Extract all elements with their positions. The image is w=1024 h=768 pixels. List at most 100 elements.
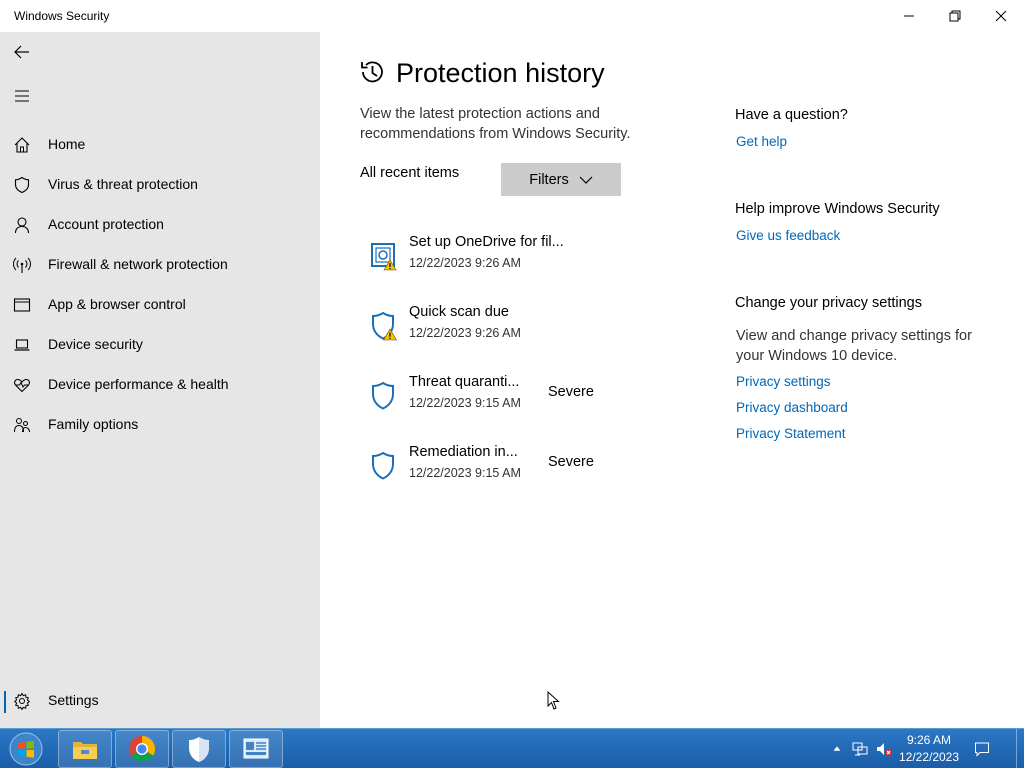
sidebar-item-settings[interactable]: Settings — [0, 681, 320, 721]
volume-tray-button[interactable] — [874, 729, 894, 768]
privacy-statement-link[interactable]: Privacy Statement — [736, 426, 846, 441]
volume-muted-icon — [877, 743, 892, 756]
page-title: Protection history — [396, 58, 605, 88]
history-item-severity: Severe — [548, 384, 594, 400]
privacy-heading: Change your privacy settings — [735, 295, 922, 311]
shield-icon — [189, 737, 209, 762]
recent-items-label: All recent items — [360, 165, 460, 181]
sidebar-item-label: Device security — [48, 336, 143, 352]
sidebar-item-account[interactable]: Account protection — [0, 205, 320, 245]
shield-warning-icon — [372, 311, 398, 341]
history-item-title: Set up OneDrive for fil... — [409, 234, 564, 250]
sidebar-item-label: App & browser control — [48, 296, 186, 312]
show-desktop-button[interactable] — [1016, 729, 1024, 768]
start-button[interactable] — [6, 731, 46, 767]
sidebar-item-firewall[interactable]: Firewall & network protection — [0, 245, 320, 285]
title-bar: Windows Security — [0, 0, 1024, 32]
notification-icon — [975, 742, 989, 757]
filters-label: Filters — [529, 171, 569, 188]
main-content: Protection history View the latest prote… — [320, 32, 1024, 728]
hamburger-icon — [15, 90, 29, 102]
history-item-severity: Severe — [548, 454, 594, 470]
give-feedback-link[interactable]: Give us feedback — [736, 228, 840, 243]
sidebar-item-virus-threat[interactable]: Virus & threat protection — [0, 165, 320, 205]
history-item-remediation[interactable]: Remediation in... 12/22/2023 9:15 AM Sev… — [368, 444, 628, 494]
minimize-icon — [904, 15, 914, 17]
sidebar-item-label: Home — [48, 136, 86, 152]
back-button[interactable] — [0, 32, 44, 72]
history-item-date: 12/22/2023 9:15 AM — [409, 396, 521, 410]
clock-time: 9:26 AM — [906, 733, 952, 747]
person-icon — [0, 205, 44, 245]
sidebar-item-app-browser[interactable]: App & browser control — [0, 285, 320, 325]
mouse-cursor-icon — [547, 691, 560, 710]
laptop-icon — [0, 325, 44, 365]
get-help-link[interactable]: Get help — [736, 134, 787, 149]
network-icon — [852, 742, 868, 756]
filters-button[interactable]: Filters — [501, 163, 621, 196]
control-panel-icon — [243, 738, 269, 759]
shield-icon — [372, 381, 394, 410]
sidebar-item-label: Account protection — [48, 216, 164, 232]
history-item-title: Quick scan due — [409, 304, 509, 320]
hamburger-menu-button[interactable] — [0, 76, 44, 116]
privacy-settings-link[interactable]: Privacy settings — [736, 374, 831, 389]
clock-date: 12/22/2023 — [898, 750, 960, 764]
sidebar-item-label: Device performance & health — [48, 376, 229, 392]
network-tray-button[interactable] — [850, 729, 870, 768]
sidebar-item-device-security[interactable]: Device security — [0, 325, 320, 365]
window-title: Windows Security — [14, 9, 110, 23]
onedrive-warning-icon — [371, 243, 397, 271]
close-icon — [995, 10, 1007, 22]
close-button[interactable] — [978, 0, 1024, 32]
history-item-title: Threat quaranti... — [409, 374, 520, 390]
sidebar: Home Virus & threat protection Account p… — [0, 32, 320, 728]
sidebar-item-home[interactable]: Home — [0, 125, 320, 165]
chrome-icon — [128, 735, 156, 763]
taskbar-file-explorer[interactable] — [58, 730, 112, 768]
history-clock-icon — [361, 61, 383, 83]
history-item-date: 12/22/2023 9:26 AM — [409, 326, 521, 340]
folder-icon — [73, 742, 97, 759]
minimize-button[interactable] — [886, 0, 932, 32]
history-item-date: 12/22/2023 9:26 AM — [409, 256, 521, 270]
shield-icon — [0, 165, 44, 205]
taskbar-chrome[interactable] — [115, 730, 169, 768]
shield-icon — [372, 451, 394, 480]
taskbar-control-panel[interactable] — [229, 730, 283, 768]
sidebar-item-device-performance[interactable]: Device performance & health — [0, 365, 320, 405]
history-item-date: 12/22/2023 9:15 AM — [409, 466, 521, 480]
action-center-button[interactable] — [970, 729, 994, 768]
improve-heading: Help improve Windows Security — [735, 201, 940, 217]
sidebar-item-label: Family options — [48, 416, 139, 432]
sidebar-item-label: Virus & threat protection — [48, 176, 198, 192]
gear-icon — [0, 681, 44, 721]
chevron-down-icon — [579, 176, 593, 184]
sidebar-item-label: Firewall & network protection — [48, 256, 228, 272]
history-item-quick-scan[interactable]: Quick scan due 12/22/2023 9:26 AM — [368, 304, 628, 354]
sidebar-item-label: Settings — [48, 692, 99, 708]
antenna-icon — [0, 245, 44, 285]
history-item-threat-quarantined[interactable]: Threat quaranti... 12/22/2023 9:15 AM Se… — [368, 374, 628, 424]
selection-indicator — [4, 691, 6, 713]
chevron-up-icon — [833, 746, 841, 751]
page-description: View the latest protection actions and r… — [360, 106, 631, 142]
home-icon — [0, 125, 44, 165]
privacy-description: View and change privacy settings for you… — [736, 328, 972, 364]
family-icon — [0, 405, 44, 445]
restore-icon — [949, 10, 961, 22]
back-arrow-icon — [14, 45, 29, 59]
taskbar-windows-security[interactable] — [172, 730, 226, 768]
taskbar: 9:26 AM 12/22/2023 — [0, 728, 1024, 768]
sidebar-item-family[interactable]: Family options — [0, 405, 320, 445]
privacy-dashboard-link[interactable]: Privacy dashboard — [736, 400, 848, 415]
show-hidden-icons-button[interactable] — [830, 729, 844, 768]
taskbar-clock[interactable]: 9:26 AM 12/22/2023 — [896, 732, 962, 766]
have-question-heading: Have a question? — [735, 107, 848, 123]
windows-orb-icon — [9, 732, 43, 766]
history-item-title: Remediation in... — [409, 444, 518, 460]
browser-window-icon — [0, 285, 44, 325]
history-item-onedrive[interactable]: Set up OneDrive for fil... 12/22/2023 9:… — [368, 234, 628, 284]
restore-button[interactable] — [932, 0, 978, 32]
heart-pulse-icon — [0, 365, 44, 405]
